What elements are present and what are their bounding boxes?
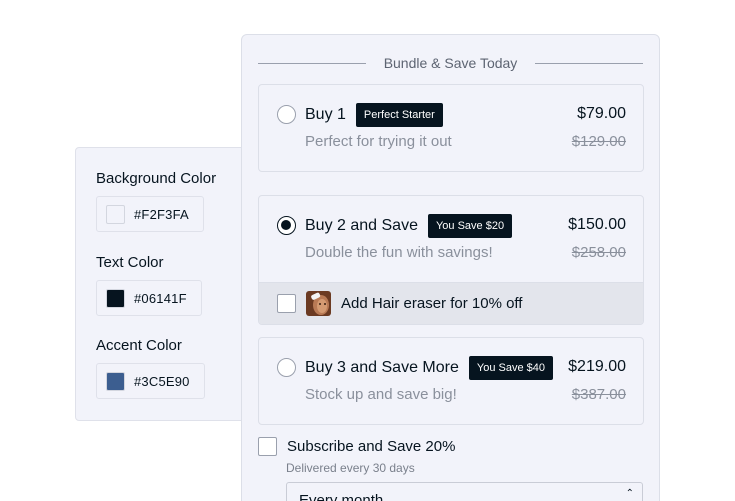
subscribe-checkbox[interactable] xyxy=(258,437,277,456)
stage: Background Color #F2F3FA Text Color #061… xyxy=(0,0,735,501)
addon-label: Add Hair eraser for 10% off xyxy=(341,295,523,312)
option-price: $79.00 xyxy=(577,105,626,122)
subscribe-label: Subscribe and Save 20% xyxy=(287,438,456,455)
option-title: Buy 1 xyxy=(305,106,346,123)
text-color-hex: #06141F xyxy=(134,290,187,306)
option-title: Buy 2 and Save xyxy=(305,217,418,234)
text-color-label: Text Color xyxy=(96,254,164,271)
heading-divider-left xyxy=(258,62,366,64)
option-badge: You Save $20 xyxy=(427,214,513,238)
text-color-setting: Text Color #06141F xyxy=(96,254,202,316)
option-radio[interactable] xyxy=(277,105,296,124)
option-subtitle: Perfect for trying it out xyxy=(305,133,452,150)
bundle-option-buy-3[interactable]: Buy 3 and Save More You Save $40 Stock u… xyxy=(258,337,644,425)
option-title-row: Buy 2 and Save You Save $20 xyxy=(305,214,513,238)
background-color-hex: #F2F3FA xyxy=(134,206,189,222)
text-color-swatch[interactable] xyxy=(106,288,125,308)
bundle-option-buy-2[interactable]: Buy 2 and Save You Save $20 Double the f… xyxy=(258,195,644,325)
background-color-setting: Background Color #F2F3FA xyxy=(96,170,216,232)
option-title-row: Buy 3 and Save More You Save $40 xyxy=(305,356,553,380)
option-compare-price: $258.00 xyxy=(571,244,626,261)
option-main: Buy 3 and Save More You Save $40 Stock u… xyxy=(259,338,643,424)
option-badge: Perfect Starter xyxy=(355,103,443,127)
option-main: Buy 2 and Save You Save $20 Double the f… xyxy=(259,196,643,282)
option-compare-price: $387.00 xyxy=(571,386,626,403)
option-badge: You Save $40 xyxy=(468,356,553,380)
option-price: $219.00 xyxy=(568,358,626,375)
frequency-value: Every month xyxy=(299,492,384,501)
addon-checkbox[interactable] xyxy=(277,294,296,313)
subscribe-note: Delivered every 30 days xyxy=(286,461,415,475)
chevron-up-down-icon: ⌃⌄ xyxy=(625,488,634,501)
option-radio[interactable] xyxy=(277,358,296,377)
accent-color-hex: #3C5E90 xyxy=(134,373,190,389)
accent-color-label: Accent Color xyxy=(96,337,182,354)
option-main: Buy 1 Perfect Starter Perfect for trying… xyxy=(259,85,643,171)
subscribe-row[interactable]: Subscribe and Save 20% xyxy=(258,437,455,456)
bundle-offer-card: Bundle & Save Today Buy 1 Perfect Starte… xyxy=(241,34,660,501)
option-subtitle: Stock up and save big! xyxy=(305,386,457,403)
background-color-swatch[interactable] xyxy=(106,204,125,224)
addon-row[interactable]: Add Hair eraser for 10% off xyxy=(259,282,643,324)
accent-color-swatch[interactable] xyxy=(106,371,125,391)
product-photo-icon xyxy=(306,291,331,316)
background-color-field[interactable]: #F2F3FA xyxy=(96,196,204,232)
color-settings-panel: Background Color #F2F3FA Text Color #061… xyxy=(75,147,255,421)
accent-color-field[interactable]: #3C5E90 xyxy=(96,363,205,399)
bundle-option-buy-1[interactable]: Buy 1 Perfect Starter Perfect for trying… xyxy=(258,84,644,172)
heading-divider-right xyxy=(535,62,643,64)
bundle-heading: Bundle & Save Today xyxy=(258,55,643,71)
text-color-field[interactable]: #06141F xyxy=(96,280,202,316)
option-radio-selected[interactable] xyxy=(277,216,296,235)
option-title: Buy 3 and Save More xyxy=(305,359,459,376)
background-color-label: Background Color xyxy=(96,170,217,187)
option-title-row: Buy 1 Perfect Starter xyxy=(305,103,443,127)
bundle-heading-text: Bundle & Save Today xyxy=(383,55,518,71)
option-compare-price: $129.00 xyxy=(571,133,626,150)
frequency-select[interactable]: Every month ⌃⌄ xyxy=(286,482,643,501)
option-price: $150.00 xyxy=(568,216,626,233)
option-subtitle: Double the fun with savings! xyxy=(305,244,493,261)
accent-color-setting: Accent Color #3C5E90 xyxy=(96,337,205,399)
